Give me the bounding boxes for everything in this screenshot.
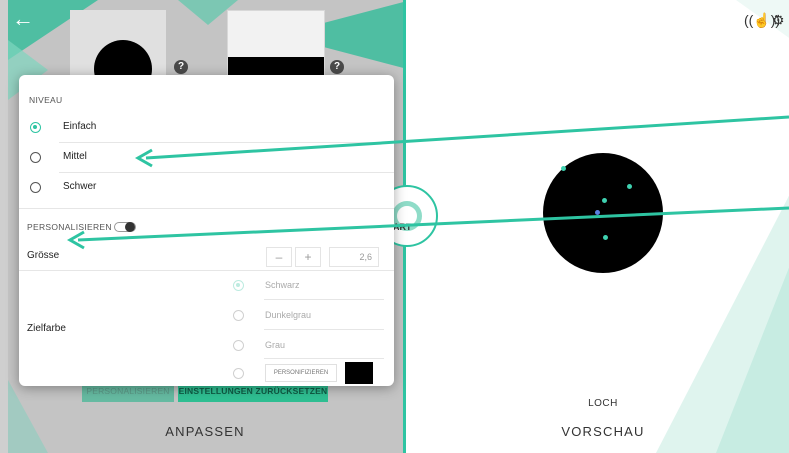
niveau-option-einfach[interactable]: Einfach — [19, 115, 394, 139]
target-dot — [561, 166, 566, 171]
target-dot — [627, 184, 632, 189]
color-option-dunkelgrau[interactable]: Dunkelgrau — [229, 305, 389, 327]
target-shape-option-circle[interactable] — [70, 10, 166, 98]
option-label: Grau — [265, 340, 286, 350]
size-decrease-button[interactable]: – — [266, 247, 292, 267]
option-label: Mittel — [63, 151, 87, 162]
divider — [19, 270, 394, 271]
niveau-title: NIVEAU — [29, 95, 63, 105]
size-label: Grösse — [27, 250, 60, 261]
target-shape-option-bar[interactable] — [227, 10, 325, 78]
divider — [264, 329, 384, 330]
divider — [264, 358, 384, 359]
mode-label: LOCH — [588, 398, 618, 409]
personalize-toggle[interactable] — [114, 222, 136, 232]
divider — [59, 142, 394, 143]
help-icon[interactable]: ? — [174, 60, 188, 74]
custom-color-swatch[interactable] — [345, 362, 373, 384]
size-increase-button[interactable]: + — [295, 247, 321, 267]
color-option-grau[interactable]: Grau — [229, 335, 389, 357]
option-label: Einfach — [63, 121, 97, 132]
help-icon[interactable]: ? — [330, 60, 344, 74]
back-arrow-icon[interactable]: ← — [10, 6, 36, 32]
customize-color-button[interactable]: PERSONIFIZIEREN — [265, 364, 337, 382]
target-dot — [603, 235, 608, 240]
size-value-field[interactable]: 2,6 — [329, 247, 379, 267]
option-label: Schwer — [63, 181, 97, 192]
personalize-title: PERSONALISIEREN — [27, 222, 112, 232]
divider — [264, 299, 384, 300]
target-color-label: Zielfarbe — [27, 323, 66, 334]
divider — [59, 172, 394, 173]
radio-button[interactable] — [233, 340, 244, 351]
radio-button[interactable] — [30, 182, 41, 193]
mode-dial-label: ART — [393, 222, 412, 232]
radio-button[interactable] — [233, 368, 244, 379]
divider — [19, 208, 394, 209]
target-preview — [543, 153, 663, 273]
radio-button[interactable] — [233, 310, 244, 321]
toggle-knob — [125, 222, 135, 232]
bar-shape-icon — [228, 57, 324, 77]
niveau-option-schwer[interactable]: Schwer — [19, 175, 394, 199]
settings-popup: NIVEAU Einfach Mittel Schwer PERSONALISI… — [19, 75, 394, 386]
color-option-custom[interactable]: PERSONIFIZIEREN — [229, 362, 394, 386]
color-option-schwarz[interactable]: Schwarz — [229, 275, 389, 297]
niveau-option-mittel[interactable]: Mittel — [19, 145, 394, 169]
radio-button[interactable] — [233, 280, 244, 291]
option-label: Schwarz — [265, 280, 300, 290]
target-center-dot — [595, 210, 600, 215]
gear-icon[interactable]: ⚙ — [772, 12, 785, 29]
radio-button[interactable] — [30, 152, 41, 163]
target-dot — [602, 198, 607, 203]
option-label: Dunkelgrau — [265, 310, 312, 320]
radio-button[interactable] — [30, 122, 41, 133]
settings-pane-label: ANPASSEN — [165, 424, 245, 439]
preview-pane-label: VORSCHAU — [561, 424, 645, 439]
